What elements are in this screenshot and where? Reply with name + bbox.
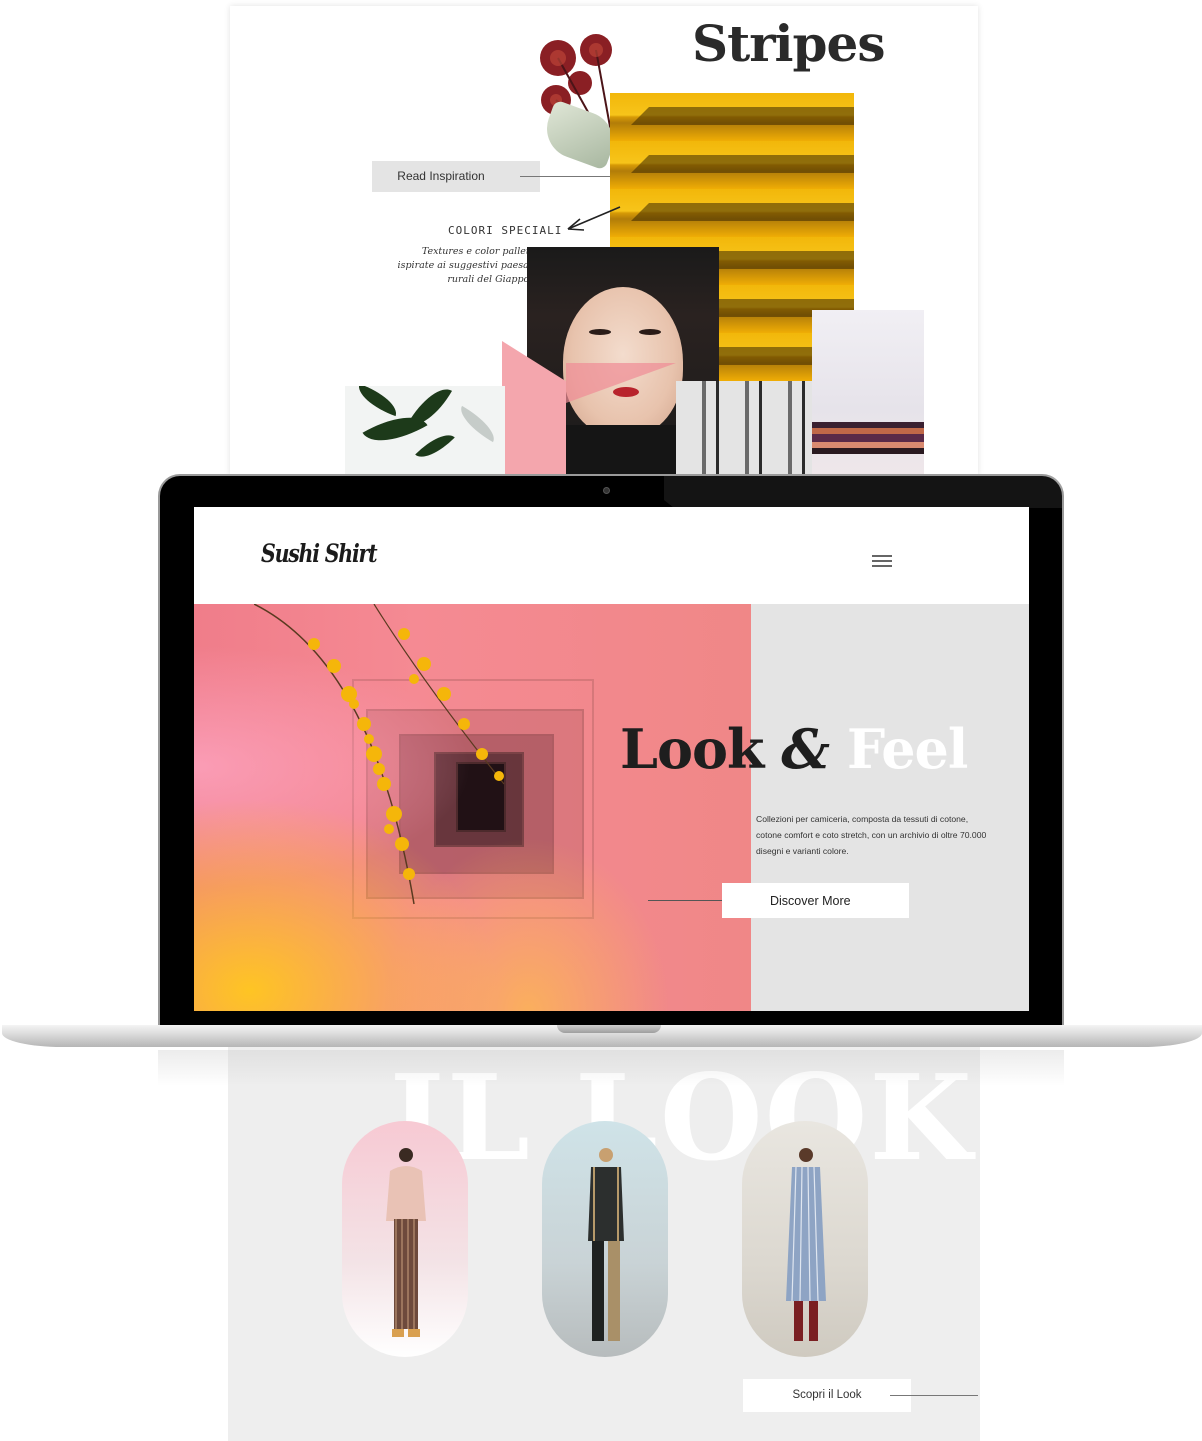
look-image-3[interactable]	[742, 1121, 868, 1357]
lips-shape	[613, 387, 639, 397]
discover-more-button[interactable]: Discover More	[722, 883, 909, 918]
face-shape	[563, 287, 683, 437]
hero-side-panel	[751, 604, 1029, 1011]
handwritten-line: rurali del Giappone.	[447, 274, 544, 285]
hamburger-menu-icon[interactable]	[872, 555, 896, 571]
hero-title-ampersand: &	[781, 717, 830, 781]
hero-title-look: Look	[620, 717, 764, 781]
handwritten-heading: COLORI SPECIALI	[448, 224, 563, 237]
striped-fabric-image	[676, 381, 812, 475]
knit-fabric-image	[812, 310, 924, 475]
moodboard-title: Stripes	[692, 14, 885, 73]
divider-line	[890, 1395, 978, 1396]
eye-shape	[639, 329, 661, 335]
hero-title: Look & Feel	[620, 717, 969, 781]
hero-description: Collezioni per camiceria, composta da te…	[756, 814, 987, 856]
laptop-screen: Sushi Shirt Look & Feel Collezioni per c…	[194, 507, 1029, 1011]
webcam-icon	[603, 487, 610, 494]
eye-shape	[589, 329, 611, 335]
hand-drawn-arrow-icon	[567, 206, 621, 231]
yellow-flowers-branch	[254, 604, 505, 905]
hero-image	[194, 604, 751, 1011]
hero-title-feel: Feel	[846, 717, 969, 781]
model-figure	[386, 1148, 426, 1337]
look-image-1[interactable]	[342, 1121, 468, 1357]
site-logo[interactable]: Sushi Shirt	[261, 539, 378, 568]
divider-line	[520, 176, 610, 177]
laptop-notch	[557, 1025, 661, 1033]
site-header: Sushi Shirt	[194, 507, 1029, 604]
model-figure	[588, 1148, 624, 1341]
model-figure	[786, 1148, 826, 1341]
handwritten-note: Textures e color pallettes ispirate ai s…	[386, 245, 544, 287]
read-inspiration-button[interactable]: Read Inspiration	[372, 161, 540, 192]
handwritten-line: Textures e color pallettes	[421, 246, 544, 257]
look-image-2[interactable]	[542, 1121, 668, 1357]
leaves-image	[345, 386, 505, 475]
handwritten-line: ispirate ai suggestivi paesaggi	[397, 260, 544, 271]
bezel-gloss	[634, 476, 1062, 508]
laptop-reflection	[158, 1050, 1064, 1086]
scopri-il-look-button[interactable]: Scopri il Look	[743, 1379, 911, 1412]
